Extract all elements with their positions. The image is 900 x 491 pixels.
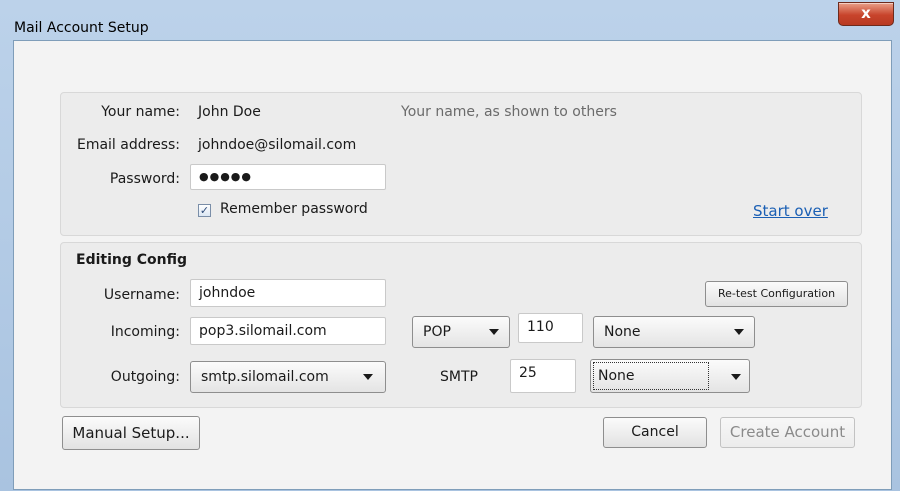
incoming-label: Incoming: <box>110 324 180 340</box>
incoming-security-value: None <box>604 324 641 340</box>
manual-setup-button[interactable]: Manual Setup... <box>62 416 200 450</box>
incoming-port-field[interactable]: 110 <box>518 313 583 343</box>
editing-config-heading: Editing Config <box>76 252 187 268</box>
window-title: Mail Account Setup <box>14 20 149 36</box>
outgoing-port-field[interactable]: 25 <box>510 359 576 393</box>
your-name-value[interactable]: John Doe <box>198 104 261 120</box>
outgoing-protocol-label: SMTP <box>440 369 478 385</box>
chevron-down-icon <box>363 374 373 380</box>
chevron-down-icon <box>734 329 744 335</box>
email-address-value[interactable]: johndoe@silomail.com <box>198 137 356 153</box>
incoming-security-select[interactable]: None <box>593 316 755 348</box>
remember-password-checkbox[interactable]: ✓ <box>198 204 211 217</box>
close-icon: x <box>861 4 871 22</box>
mail-account-setup-window: Mail Account Setup x Your name: John Doe… <box>0 0 900 491</box>
username-label: Username: <box>103 287 180 303</box>
outgoing-server-value: smtp.silomail.com <box>201 369 329 385</box>
chevron-down-icon <box>731 374 741 380</box>
outgoing-label: Outgoing: <box>110 369 180 385</box>
email-address-label: Email address: <box>76 137 180 153</box>
incoming-protocol-value: POP <box>423 324 451 340</box>
your-name-label: Your name: <box>101 104 180 120</box>
outgoing-security-value: None <box>593 362 709 390</box>
remember-password-label[interactable]: Remember password <box>220 201 368 217</box>
password-field[interactable]: ●●●●● <box>190 164 386 190</box>
username-field[interactable]: johndoe <box>190 279 386 307</box>
create-account-button[interactable]: Create Account <box>720 417 855 448</box>
start-over-link[interactable]: Start over <box>753 202 828 220</box>
chevron-down-icon <box>489 329 499 335</box>
retest-configuration-button[interactable]: Re-test Configuration <box>705 281 848 307</box>
your-name-hint: Your name, as shown to others <box>401 104 617 120</box>
password-label: Password: <box>109 171 180 187</box>
close-button[interactable]: x <box>838 2 894 26</box>
outgoing-server-select[interactable]: smtp.silomail.com <box>190 361 386 393</box>
outgoing-security-select[interactable]: None <box>590 359 750 393</box>
incoming-protocol-select[interactable]: POP <box>412 316 510 348</box>
incoming-server-field[interactable]: pop3.silomail.com <box>190 317 386 345</box>
cancel-button[interactable]: Cancel <box>603 417 707 448</box>
